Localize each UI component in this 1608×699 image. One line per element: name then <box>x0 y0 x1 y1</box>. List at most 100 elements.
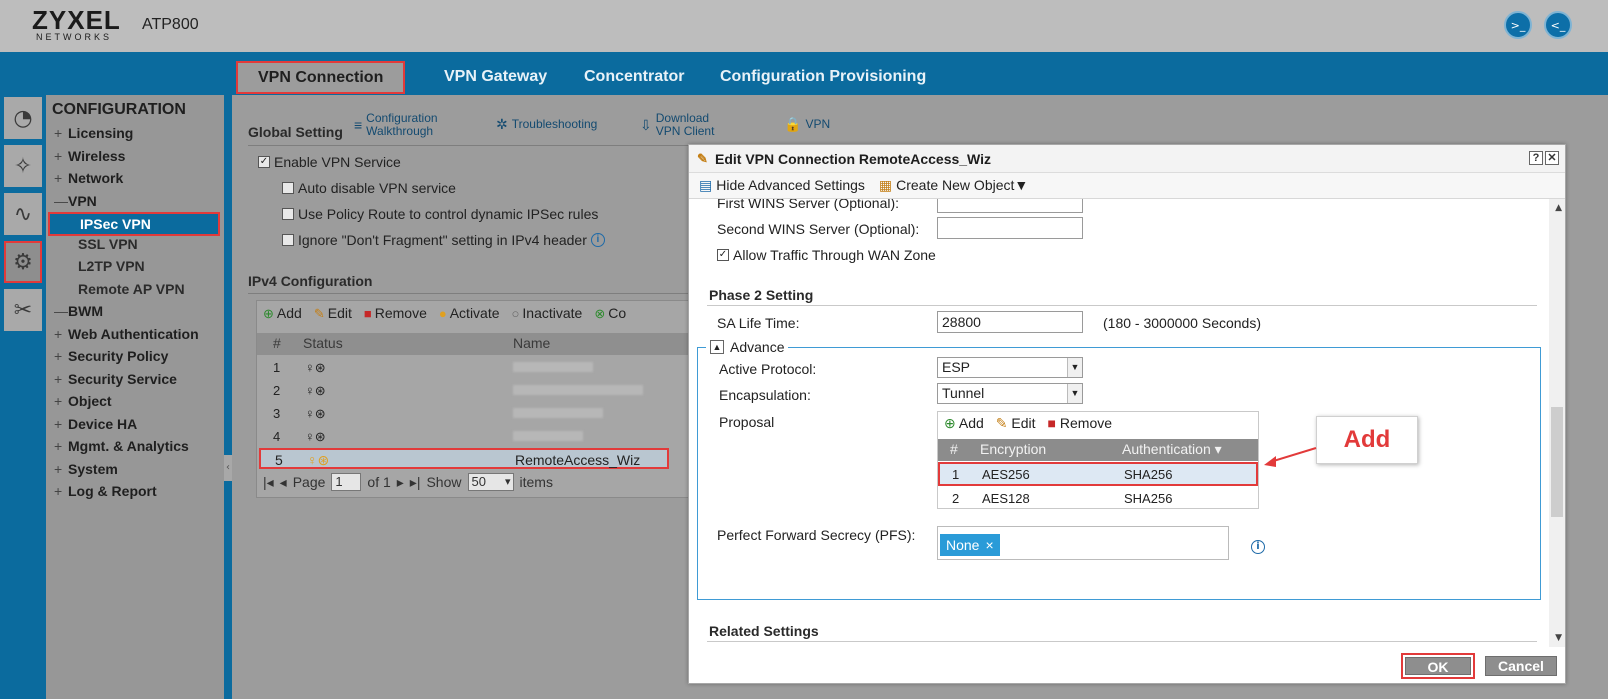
tree-sub-l2tp-vpn[interactable]: L2TP VPN <box>78 258 145 274</box>
edit-icon: ✎ <box>313 306 325 321</box>
tree-sub-remote-ap-vpn[interactable]: Remote AP VPN <box>78 281 185 297</box>
enable-vpn-checkbox[interactable]: ✓ <box>258 156 270 168</box>
table-row[interactable]: 4 ♀⊛ <box>257 425 697 448</box>
next-page-icon[interactable]: ▸ <box>397 474 404 491</box>
sa-life-input[interactable]: 28800 <box>937 311 1083 333</box>
tree-item-device-ha[interactable]: + Device HA <box>54 416 137 432</box>
monitor-icon[interactable]: ✧ <box>4 145 42 187</box>
second-wins-input[interactable] <box>937 217 1083 239</box>
col-status[interactable]: Status <box>303 335 343 351</box>
quick-link-troubleshooting[interactable]: ✲ Troubleshooting <box>496 116 597 132</box>
quick-link-walkthrough[interactable]: ≡ Configuration Walkthrough <box>354 112 438 138</box>
tree-item-network[interactable]: + Network <box>54 170 123 186</box>
quick-link-vpn[interactable]: 🔒 VPN <box>784 117 830 131</box>
ok-button[interactable]: OK <box>1405 657 1471 675</box>
pfs-select[interactable]: None × <box>937 526 1229 560</box>
quick-link-download-client[interactable]: ⇩ Download VPN Client <box>640 112 714 138</box>
grid-edit-button[interactable]: ✎ Edit <box>314 305 352 322</box>
tree-item-licensing[interactable]: + Licensing <box>54 125 133 141</box>
close-icon[interactable]: ✕ <box>1545 151 1559 165</box>
tree-item-security-policy[interactable]: + Security Policy <box>54 348 168 364</box>
scroll-up-icon[interactable]: ▲ <box>1555 203 1562 213</box>
per-page-select[interactable]: 50 <box>467 473 514 491</box>
policy-route-checkbox[interactable] <box>282 208 294 220</box>
table-row[interactable]: 2 ♀⊛ <box>257 379 697 402</box>
tree-sub-ipsec-vpn[interactable]: IPSec VPN <box>48 212 220 236</box>
enable-vpn-row[interactable]: ✓ Enable VPN Service <box>258 154 401 170</box>
collapse-toggle-icon[interactable]: ▲ <box>710 340 724 354</box>
tree-item-web-auth[interactable]: + Web Authentication <box>54 326 199 342</box>
allow-wan-row[interactable]: ✓ Allow Traffic Through WAN Zone <box>717 247 936 263</box>
grid-activate-button[interactable]: ● Activate <box>439 305 500 322</box>
console-icon[interactable]: >_ <box>1504 11 1532 39</box>
tree-sub-ssl-vpn[interactable]: SSL VPN <box>78 236 138 252</box>
first-wins-input[interactable] <box>937 199 1083 213</box>
col-authentication[interactable]: Authentication ▾ <box>1122 441 1222 458</box>
col-num: # <box>950 441 958 457</box>
tree-item-vpn[interactable]: —VPN <box>54 193 97 209</box>
tools-icon[interactable]: ✂ <box>4 289 42 331</box>
troubleshoot-icon: ✲ <box>496 116 508 132</box>
active-protocol-select[interactable]: ESP ▼ <box>937 357 1083 378</box>
ignore-df-checkbox[interactable] <box>282 234 294 246</box>
first-page-icon[interactable]: |◂ <box>263 474 274 491</box>
advance-legend[interactable]: ▲ Advance <box>706 339 789 355</box>
tab-concentrator[interactable]: Concentrator <box>584 60 684 94</box>
auto-disable-checkbox[interactable] <box>282 182 294 194</box>
col-encryption[interactable]: Encryption <box>980 441 1046 457</box>
table-row[interactable]: 3 ♀⊛ <box>257 402 697 425</box>
proposal-toolbar: ⊕ Add ✎ Edit ■ Remove <box>944 415 1112 432</box>
tree-item-security-service[interactable]: + Security Service <box>54 371 177 387</box>
grid-remove-button[interactable]: ■ Remove <box>364 305 427 322</box>
ignore-df-row[interactable]: Ignore "Don't Fragment" setting in IPv4 … <box>282 232 605 248</box>
table-row[interactable]: 1 ♀⊛ <box>257 356 697 379</box>
scroll-down-icon[interactable]: ▼ <box>1555 633 1562 643</box>
proposal-edit-button[interactable]: ✎ Edit <box>996 415 1036 432</box>
tree-item-system[interactable]: + System <box>54 461 118 477</box>
tree-item-mgmt-analytics[interactable]: + Mgmt. & Analytics <box>54 438 189 454</box>
tree-item-bwm[interactable]: —BWM <box>54 303 103 319</box>
tab-vpn-gateway[interactable]: VPN Gateway <box>444 60 547 94</box>
traffic-icon[interactable]: ∿ <box>4 193 42 235</box>
grid-add-button[interactable]: ⊕ Add <box>263 305 302 322</box>
proposal-row-selected[interactable]: 1 AES256 SHA256 <box>938 462 1258 486</box>
cancel-button[interactable]: Cancel <box>1485 656 1557 676</box>
object-icon: ▦ <box>878 177 893 193</box>
auto-disable-row[interactable]: Auto disable VPN service <box>282 180 456 196</box>
allow-wan-checkbox[interactable]: ✓ <box>717 249 729 261</box>
col-name[interactable]: Name <box>513 335 550 351</box>
tree-item-object[interactable]: + Object <box>54 393 112 409</box>
page-input[interactable]: 1 <box>331 473 362 491</box>
help-icon[interactable]: ? <box>1529 151 1543 165</box>
gear-icon[interactable]: ⚙ <box>4 241 42 283</box>
last-page-icon[interactable]: ▸| <box>410 474 421 491</box>
grid-connect-button[interactable]: ⊗ Co <box>594 305 626 322</box>
chip-remove-icon[interactable]: × <box>985 537 993 553</box>
info-icon[interactable]: i <box>590 233 605 247</box>
dialog-scrollbar[interactable]: ▲ ▼ <box>1549 199 1565 647</box>
collapse-chevron-icon[interactable]: ‹ <box>224 455 232 481</box>
page-label: Page <box>292 474 326 490</box>
create-object-button[interactable]: ▦ Create New Object▼ <box>879 177 1028 194</box>
tab-vpn-connection[interactable]: VPN Connection <box>236 61 406 94</box>
policy-route-row[interactable]: Use Policy Route to control dynamic IPSe… <box>282 206 598 222</box>
active-protocol-label: Active Protocol: <box>719 361 817 377</box>
proposal-remove-button[interactable]: ■ Remove <box>1048 415 1113 432</box>
prev-page-icon[interactable]: ◂ <box>280 474 287 491</box>
hide-advanced-button[interactable]: ▤ Hide Advanced Settings <box>699 177 865 194</box>
tree-item-log-report[interactable]: + Log & Report <box>54 483 157 499</box>
encapsulation-select[interactable]: Tunnel ▼ <box>937 383 1083 404</box>
tab-configuration-provisioning[interactable]: Configuration Provisioning <box>720 60 926 94</box>
scroll-thumb[interactable] <box>1551 407 1563 517</box>
tree-item-wireless[interactable]: + Wireless <box>54 148 125 164</box>
info-icon[interactable]: i <box>1251 540 1265 554</box>
proposal-add-button[interactable]: ⊕ Add <box>944 415 984 432</box>
dashboard-icon[interactable]: ◔ <box>4 97 42 139</box>
table-row-selected[interactable]: 5 ♀⊛ RemoteAccess_Wiz <box>259 448 669 469</box>
row-name-blurred <box>513 360 593 375</box>
second-wins-label: Second WINS Server (Optional): <box>717 221 920 237</box>
proposal-row[interactable]: 2 AES128 SHA256 <box>938 486 1258 510</box>
grid-inactivate-button[interactable]: ○ Inactivate <box>512 305 583 322</box>
cli-icon[interactable]: <_ <box>1544 11 1572 39</box>
dialog-toolbar: ▤ Hide Advanced Settings ▦ Create New Obje… <box>689 173 1565 199</box>
